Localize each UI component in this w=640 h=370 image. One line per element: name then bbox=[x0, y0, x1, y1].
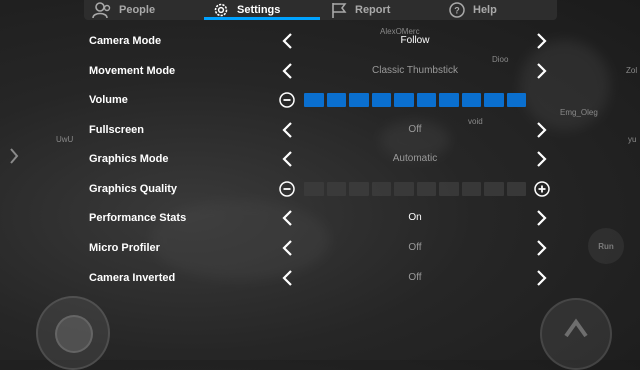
chevron-right-icon[interactable] bbox=[533, 240, 549, 256]
setting-value: Off bbox=[408, 242, 422, 253]
setting-value: On bbox=[408, 212, 422, 223]
slider-segment[interactable] bbox=[439, 182, 459, 196]
slider-segment[interactable] bbox=[304, 182, 324, 196]
setting-row-fullscreen: Fullscreen Off bbox=[0, 115, 640, 145]
chevron-right-icon[interactable] bbox=[533, 122, 549, 138]
setting-label: Camera Inverted bbox=[89, 272, 176, 284]
tab-report[interactable]: Report bbox=[330, 0, 390, 20]
thumbstick-knob[interactable] bbox=[55, 315, 93, 353]
svg-text:?: ? bbox=[454, 6, 460, 16]
menu-tab-bar: People Settings Report ? Help bbox=[84, 0, 557, 20]
slider-segment[interactable] bbox=[304, 93, 324, 107]
people-icon bbox=[92, 2, 112, 18]
setting-label: Graphics Quality bbox=[89, 183, 178, 195]
setting-label: Performance Stats bbox=[89, 212, 187, 224]
tab-people[interactable]: People bbox=[92, 0, 155, 20]
setting-value: Classic Thumbstick bbox=[372, 65, 458, 76]
setting-row-performance-stats: Performance Stats On bbox=[0, 203, 640, 233]
slider-segment[interactable] bbox=[416, 182, 436, 196]
setting-row-micro-profiler: Micro Profiler Off bbox=[0, 233, 640, 263]
setting-label: Volume bbox=[89, 94, 128, 106]
slider-segment[interactable] bbox=[349, 182, 369, 196]
chevron-left-icon[interactable] bbox=[280, 270, 296, 286]
slider-segment[interactable] bbox=[394, 93, 414, 107]
chevron-right-icon[interactable] bbox=[533, 210, 549, 226]
help-icon: ? bbox=[448, 2, 466, 18]
chevron-right-icon[interactable] bbox=[533, 33, 549, 49]
run-label: Run bbox=[598, 241, 614, 251]
chevron-right-icon[interactable] bbox=[533, 151, 549, 167]
chevron-right-icon[interactable] bbox=[533, 63, 549, 79]
tab-help[interactable]: ? Help bbox=[448, 0, 497, 20]
tab-label: People bbox=[119, 4, 156, 16]
setting-value: Automatic bbox=[392, 153, 438, 164]
chevron-right-icon[interactable] bbox=[533, 270, 549, 286]
arrow-up-icon bbox=[564, 318, 588, 343]
slider-segment[interactable] bbox=[506, 93, 526, 107]
chevron-left-icon[interactable] bbox=[280, 210, 296, 226]
tab-label: Report bbox=[355, 4, 391, 16]
setting-row-graphics-mode: Graphics Mode Automatic bbox=[0, 144, 640, 174]
tab-label: Settings bbox=[237, 4, 281, 16]
slider-segment[interactable] bbox=[506, 182, 526, 196]
volume-slider[interactable] bbox=[304, 93, 526, 107]
setting-label: Graphics Mode bbox=[89, 153, 169, 165]
setting-value: Follow bbox=[400, 35, 430, 46]
slider-segment[interactable] bbox=[461, 93, 481, 107]
slider-segment[interactable] bbox=[371, 93, 391, 107]
chevron-left-icon[interactable] bbox=[280, 63, 296, 79]
setting-value: Off bbox=[408, 124, 422, 135]
setting-value: Off bbox=[408, 272, 422, 283]
slider-segment[interactable] bbox=[326, 93, 346, 107]
setting-row-volume: Volume bbox=[0, 85, 640, 115]
plus-icon[interactable] bbox=[534, 181, 550, 197]
setting-label: Camera Mode bbox=[89, 35, 162, 47]
jump-button[interactable] bbox=[540, 298, 612, 370]
setting-row-movement-mode: Movement Mode Classic Thumbstick bbox=[0, 56, 640, 86]
slider-segment[interactable] bbox=[416, 93, 436, 107]
slider-segment[interactable] bbox=[484, 182, 504, 196]
slider-segment[interactable] bbox=[349, 93, 369, 107]
setting-row-graphics-quality: Graphics Quality bbox=[0, 174, 640, 204]
minus-icon[interactable] bbox=[279, 181, 295, 197]
setting-row-camera-mode: Camera Mode Follow bbox=[0, 26, 640, 56]
chevron-left-icon[interactable] bbox=[280, 122, 296, 138]
setting-row-camera-inverted: Camera Inverted Off bbox=[0, 263, 640, 293]
minus-icon[interactable] bbox=[279, 92, 295, 108]
chevron-left-icon[interactable] bbox=[280, 240, 296, 256]
slider-segment[interactable] bbox=[326, 182, 346, 196]
setting-label: Fullscreen bbox=[89, 124, 145, 136]
chevron-left-icon[interactable] bbox=[280, 151, 296, 167]
tab-label: Help bbox=[473, 4, 497, 16]
slider-segment[interactable] bbox=[484, 93, 504, 107]
slider-segment[interactable] bbox=[461, 182, 481, 196]
slider-segment[interactable] bbox=[371, 182, 391, 196]
active-tab-indicator bbox=[204, 17, 320, 20]
run-button[interactable]: Run bbox=[588, 228, 624, 264]
setting-label: Movement Mode bbox=[89, 65, 176, 77]
graphics-quality-slider[interactable] bbox=[304, 182, 526, 196]
flag-icon bbox=[330, 2, 348, 18]
slider-segment[interactable] bbox=[439, 93, 459, 107]
chevron-left-icon[interactable] bbox=[280, 33, 296, 49]
setting-label: Micro Profiler bbox=[89, 242, 160, 254]
gear-icon bbox=[212, 2, 230, 18]
slider-segment[interactable] bbox=[394, 182, 414, 196]
